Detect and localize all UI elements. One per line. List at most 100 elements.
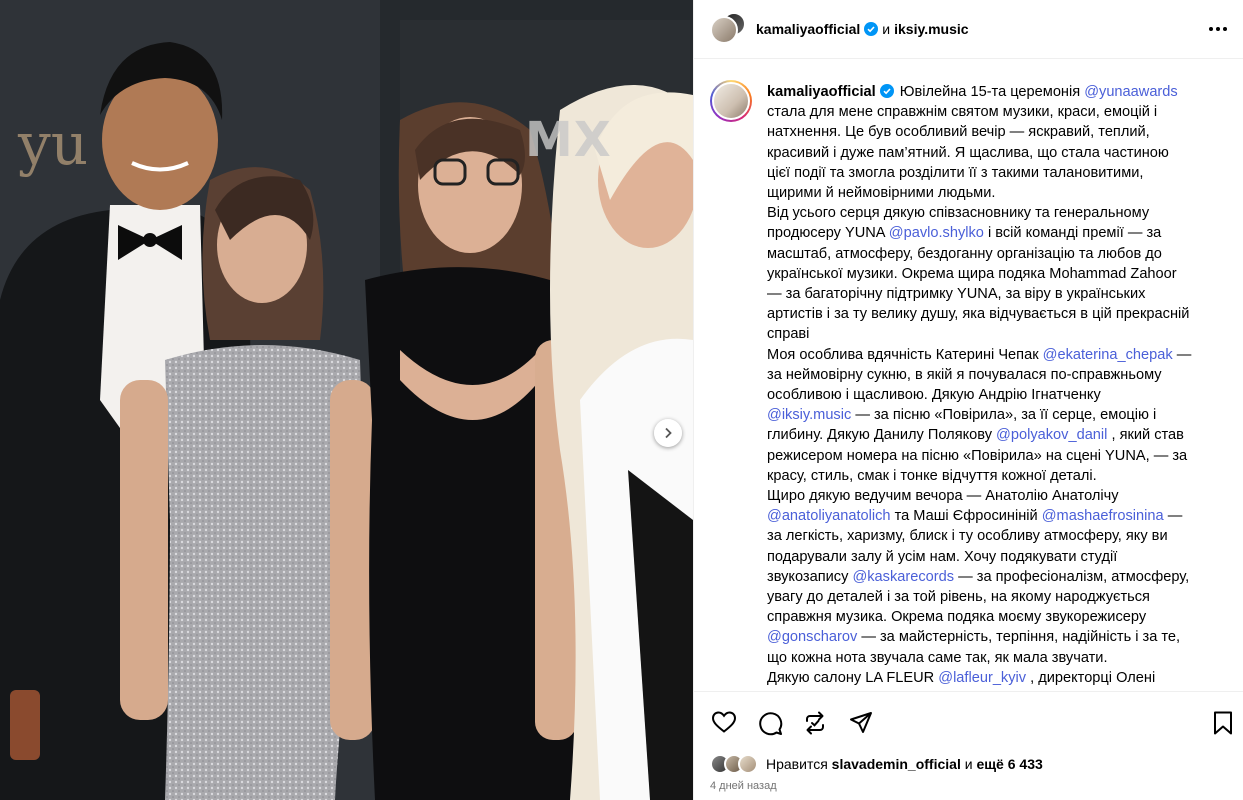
caption-segment: цієї події та змогла розділити її з таки… [767, 164, 1144, 181]
repost-button[interactable] [802, 710, 828, 741]
caption-line: Дякую салону LA FLEUR @lafleur_kyiv , ди… [767, 668, 1228, 688]
caption-text: kamaliyaofficial Ювілейна 15-та церемонія… [767, 82, 1228, 688]
coauthor-username[interactable]: iksiy.music [894, 21, 968, 37]
share-icon [850, 712, 872, 733]
mention-link[interactable]: @iksiy.music [767, 407, 851, 423]
caption-segment: Ювілейна 15-та церемонія [899, 84, 1085, 100]
mention-link[interactable]: @gonscharov [767, 629, 857, 645]
caption-line: @anatoliyanatolich та Маші Єфросиніній @… [767, 506, 1228, 526]
caption-segment: за неймовірну сукню, в якій я почувалася… [767, 366, 1162, 383]
comment-button[interactable] [757, 710, 783, 741]
caption-line: продюсеру YUNA @pavlo.shylko і всій кома… [767, 223, 1228, 243]
likes-and: и [964, 756, 973, 772]
mention-link[interactable]: @polyakov_danil [996, 427, 1107, 443]
author-avatars[interactable] [710, 12, 746, 46]
author-avatar [710, 16, 738, 44]
mention-link[interactable]: @pavlo.shylko [889, 225, 984, 241]
author-username[interactable]: kamaliyaofficial [756, 21, 860, 37]
verified-badge-icon [864, 22, 879, 36]
more-options-button[interactable] [1207, 18, 1229, 45]
caption-author-avatar[interactable] [710, 80, 752, 122]
caption-segment: звукозапису [767, 568, 853, 585]
caption-segment: Дякую салону LA FLEUR [767, 669, 939, 686]
caption-line: особливою і щасливою. Дякую Андрію Ігнат… [767, 385, 1228, 405]
caption-line: красу, стиль, смак і тонке відчуття кожн… [767, 466, 1228, 486]
post-panel: kamaliyaofficial и iksiy.music kamaliyao… [693, 0, 1243, 800]
mention-link[interactable]: @lafleur_kyiv [938, 670, 1026, 686]
bookmark-icon [1214, 711, 1232, 735]
likes-prefix: Нравится [766, 756, 828, 772]
caption-segment: Моя особлива вдячність Катерині Чепак [767, 346, 1043, 363]
backdrop-mx: MX [525, 112, 612, 168]
like-button[interactable] [711, 710, 737, 739]
caption-segment: увагу до деталей і за той рівень, на яко… [767, 589, 1150, 606]
and-word: и [882, 21, 891, 37]
backdrop-brand: yu [18, 110, 89, 178]
caption-segment: української музики. Окрема щира подяка M… [767, 265, 1177, 282]
heart-icon [711, 711, 737, 733]
caption-segment: що кожна нота звучала саме так, як мала … [767, 649, 1108, 666]
post-photo: yu MX [0, 0, 693, 800]
mention-link[interactable]: @anatoliyanatolich [767, 508, 891, 524]
caption-segment: — за майстерність, терпіння, надійність … [857, 629, 1181, 646]
verified-badge-icon [879, 84, 894, 98]
more-horizontal-icon [1209, 27, 1227, 31]
caption-line: цієї події та змогла розділити її з таки… [767, 163, 1228, 183]
caption-segment: — за професіоналізм, атмосферу, [954, 568, 1190, 585]
mention-link[interactable]: @mashaefrosinina [1042, 508, 1164, 524]
caption-segment: артистів і за ту велику душу, яка відчув… [767, 306, 1190, 323]
caption-line: стала для мене справжнім святом музики, … [767, 102, 1228, 122]
caption-segment: — за багаторічну підтримку YUNA, за віру… [767, 286, 1146, 303]
caption-line: режисером номера на пісню «Повірила» на … [767, 446, 1228, 466]
caption-segment: за легкість, харизму, блиск і ту особлив… [767, 528, 1168, 545]
caption-line: @iksiy.music — за пісню «Повірила», за ї… [767, 405, 1228, 425]
caption-segment: глибину. Дякую Данилу Полякову [767, 427, 997, 444]
caption-segment: красу, стиль, смак і тонке відчуття кожн… [767, 467, 1097, 484]
save-button[interactable] [1212, 710, 1234, 741]
caption-line: масштаб, атмосферу, бездоганну організац… [767, 244, 1228, 264]
mention-link[interactable]: @kaskarecords [852, 569, 954, 585]
caption-line: Щиро дякую ведучим вечора — Анатолію Ана… [767, 486, 1228, 506]
caption-author[interactable]: kamaliyaofficial [767, 84, 876, 100]
caption-line: за неймовірну сукню, в якій я почувалася… [767, 365, 1228, 385]
caption-line: — за багаторічну підтримку YUNA, за віру… [767, 284, 1228, 304]
caption-line: Від усього серця дякую співзасновнику та… [767, 203, 1228, 223]
comment-icon [759, 712, 783, 736]
caption-line: красивий і дуже пам’ятний. Я щаслива, що… [767, 143, 1228, 163]
caption-segment: , директорці Олені [1026, 669, 1156, 686]
caption-line: натхнення. Це був особливий вечір — яскр… [767, 122, 1228, 142]
caption-line: подарували залу й усім нам. Хочу подякув… [767, 547, 1228, 567]
caption-segment: і всій команді премії — за [983, 225, 1162, 242]
caption-line: справі [767, 324, 1228, 344]
caption-segment: Щиро дякую ведучим вечора — Анатолію Ана… [767, 488, 1119, 505]
caption-segment: Від усього серця дякую співзасновнику та… [767, 205, 1150, 222]
likes-user[interactable]: slavademin_official [832, 756, 961, 772]
caption-line: артистів і за ту велику душу, яка відчув… [767, 304, 1228, 324]
caption-segment: , який став [1107, 427, 1184, 444]
caption-segment: продюсеру YUNA [767, 225, 889, 242]
caption-segment: — [1172, 346, 1192, 363]
caption-line: глибину. Дякую Данилу Полякову @polyakov… [767, 425, 1228, 445]
mention-link[interactable]: @yunaawards [1084, 84, 1178, 100]
caption-segment: особливою і щасливою. Дякую Андрію Ігнат… [767, 387, 1101, 404]
next-photo-button[interactable] [654, 419, 682, 447]
caption-segment: — за пісню «Повірила», за її серце, емоц… [851, 407, 1157, 424]
share-button[interactable] [848, 710, 874, 741]
caption-line: Моя особлива вдячність Катерині Чепак @e… [767, 345, 1228, 365]
caption-segment: натхнення. Це був особливий вечір — яскр… [767, 124, 1150, 141]
caption-line: увагу до деталей і за той рівень, на яко… [767, 587, 1228, 607]
caption-segment: масштаб, атмосферу, бездоганну організац… [767, 245, 1162, 262]
caption-segment: щирими й неймовірними людьми. [767, 185, 996, 202]
caption-segment: справжня музика. Окрема подяка моєму зву… [767, 609, 1147, 626]
likes-text[interactable]: Нравится slavademin_official и ещё 6 433 [766, 756, 1043, 772]
likes-count[interactable]: ещё 6 433 [976, 756, 1042, 772]
repost-icon [806, 711, 824, 735]
caption-area[interactable]: kamaliyaofficial Ювілейна 15-та церемонія… [694, 60, 1243, 691]
mention-link[interactable]: @ekaterina_chepak [1043, 347, 1173, 363]
caption-segment: та Маші Єфросиніній [890, 508, 1042, 525]
caption-line: справжня музика. Окрема подяка моєму зву… [767, 607, 1228, 627]
caption-line: звукозапису @kaskarecords — за професіон… [767, 567, 1228, 587]
post-time[interactable]: 4 дней назад [710, 780, 777, 792]
caption-segment: режисером номера на пісню «Повірила» на … [767, 447, 1188, 464]
caption-segment: стала для мене справжнім святом музики, … [767, 104, 1158, 121]
